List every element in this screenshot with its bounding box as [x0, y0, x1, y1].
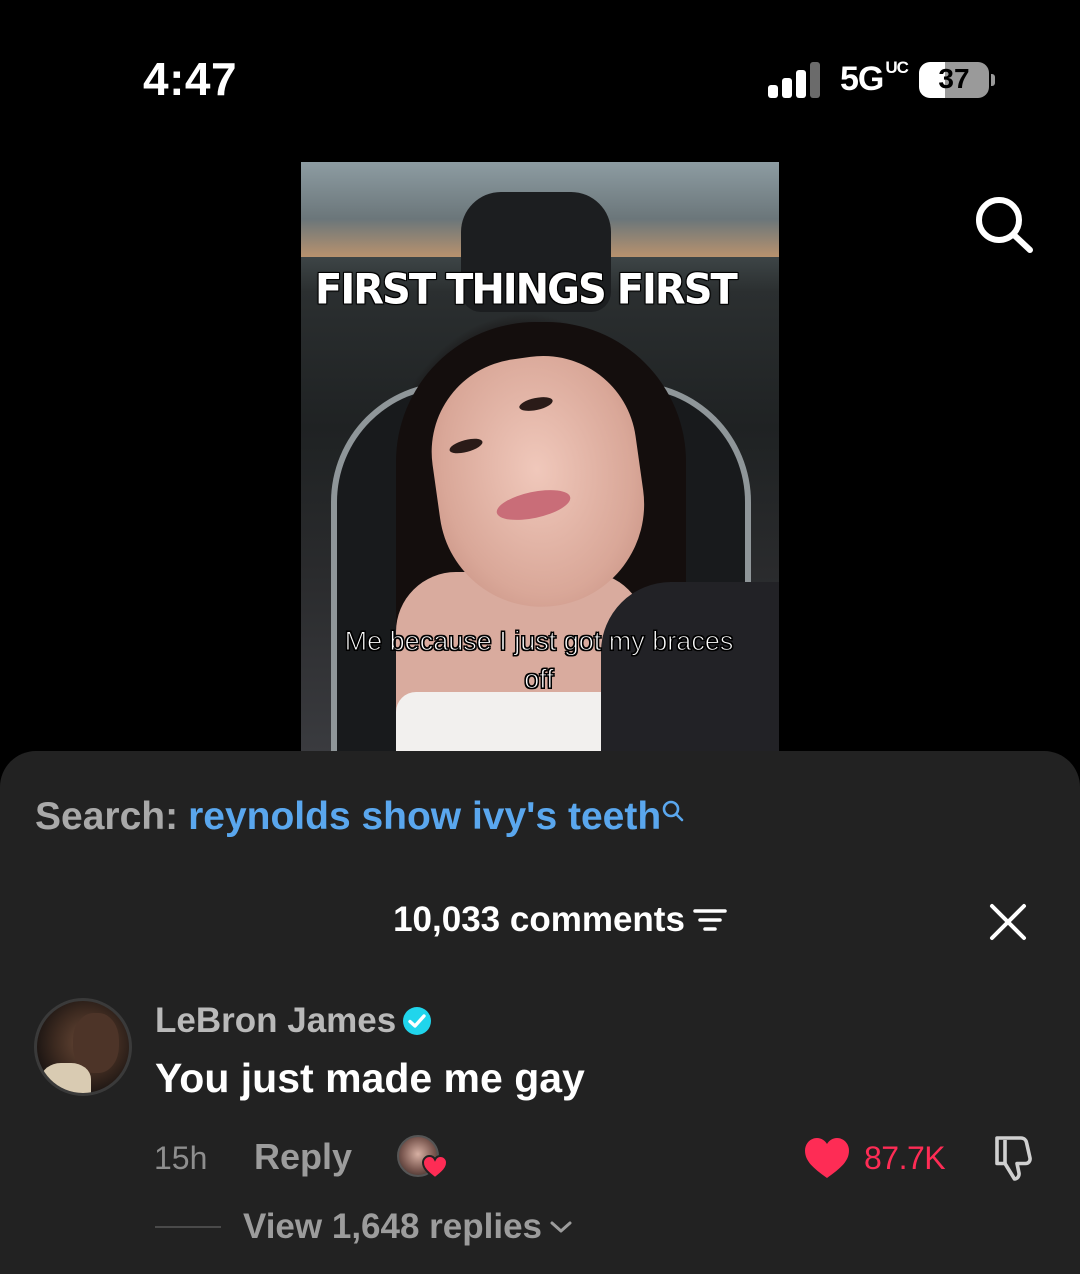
status-time: 4:47 — [143, 53, 238, 105]
filter-icon[interactable] — [693, 906, 727, 934]
battery-icon: 37 — [919, 62, 989, 98]
heart-icon — [421, 1154, 449, 1180]
reply-button[interactable]: Reply — [254, 1136, 352, 1178]
replies-divider — [155, 1226, 221, 1228]
like-count: 87.7K — [864, 1140, 946, 1176]
video-caption-top: FIRST THINGS FIRST — [315, 265, 738, 315]
heart-icon[interactable] — [803, 1136, 851, 1180]
search-icon[interactable] — [970, 192, 1036, 258]
video-player[interactable]: FIRST THINGS FIRST Me because I just got… — [301, 162, 779, 752]
search-icon — [662, 800, 684, 822]
video-caption-bottom: Me because I just got my braces off — [344, 626, 734, 695]
network-indicator: 5G UC — [840, 58, 909, 98]
search-suggestion[interactable]: Search: reynolds show ivy's teeth — [35, 795, 685, 839]
network-badge: UC — [885, 58, 909, 77]
search-term[interactable]: reynolds show ivy's teeth — [188, 795, 661, 838]
comments-header: 10,033 comments — [0, 900, 1080, 940]
comment-username[interactable]: LeBron James — [155, 1001, 432, 1041]
search-label: Search: — [35, 795, 179, 838]
signal-icon — [768, 62, 824, 98]
creator-liked-badge — [397, 1135, 449, 1181]
dislike-icon[interactable] — [989, 1134, 1039, 1182]
chevron-down-icon — [550, 1221, 572, 1233]
comment-count: 10,033 comments — [393, 900, 685, 939]
verified-icon — [403, 1006, 432, 1035]
close-icon[interactable] — [988, 902, 1028, 942]
status-bar: 4:47 5G UC 37 — [0, 0, 1080, 150]
battery-level: 37 — [938, 63, 970, 94]
comment-text: You just made me gay — [155, 1055, 585, 1101]
avatar[interactable] — [34, 998, 132, 1096]
comment-timestamp: 15h — [154, 1140, 208, 1176]
view-replies-button[interactable]: View 1,648 replies — [243, 1207, 574, 1247]
